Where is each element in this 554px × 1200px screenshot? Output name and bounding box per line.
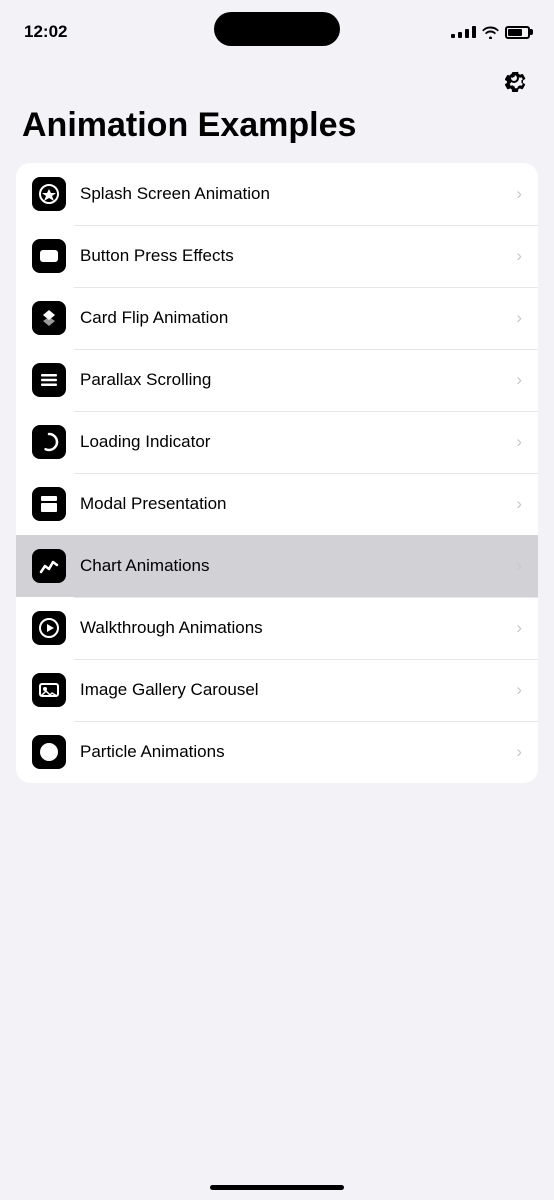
animation-list: Splash Screen Animation › Button Press E… (16, 163, 538, 783)
settings-button[interactable] (496, 60, 532, 96)
cardflip-chevron: › (516, 308, 522, 328)
list-item-gallery[interactable]: Image Gallery Carousel › (16, 659, 538, 721)
parallax-chevron: › (516, 370, 522, 390)
list-item-loading[interactable]: Loading Indicator › (16, 411, 538, 473)
chart-icon (32, 549, 66, 583)
cardflip-icon (32, 301, 66, 335)
status-icons (451, 26, 530, 39)
splash-icon (32, 177, 66, 211)
cardflip-label: Card Flip Animation (80, 308, 516, 328)
chart-label: Chart Animations (80, 556, 516, 576)
list-item-parallax[interactable]: Parallax Scrolling › (16, 349, 538, 411)
walkthrough-icon (32, 611, 66, 645)
page-title: Animation Examples (0, 98, 554, 163)
splash-label: Splash Screen Animation (80, 184, 516, 204)
loading-icon (32, 425, 66, 459)
parallax-icon (32, 363, 66, 397)
list-item-chart[interactable]: Chart Animations › (16, 535, 538, 597)
button-press-icon (32, 239, 66, 273)
wifi-icon (482, 26, 499, 39)
list-item-particle[interactable]: Particle Animations › (16, 721, 538, 783)
parallax-label: Parallax Scrolling (80, 370, 516, 390)
button-chevron: › (516, 246, 522, 266)
loading-chevron: › (516, 432, 522, 452)
button-label: Button Press Effects (80, 246, 516, 266)
modal-label: Modal Presentation (80, 494, 516, 514)
walkthrough-label: Walkthrough Animations (80, 618, 516, 638)
battery-icon (505, 26, 530, 39)
list-item-modal[interactable]: Modal Presentation › (16, 473, 538, 535)
dynamic-island (214, 12, 340, 46)
gallery-label: Image Gallery Carousel (80, 680, 516, 700)
gallery-chevron: › (516, 680, 522, 700)
signal-icon (451, 26, 476, 38)
list-item-walkthrough[interactable]: Walkthrough Animations › (16, 597, 538, 659)
particle-label: Particle Animations (80, 742, 516, 762)
modal-chevron: › (516, 494, 522, 514)
list-item-cardflip[interactable]: Card Flip Animation › (16, 287, 538, 349)
home-indicator (210, 1185, 344, 1190)
particle-chevron: › (516, 742, 522, 762)
modal-icon (32, 487, 66, 521)
chart-chevron: › (516, 556, 522, 576)
gear-icon (500, 64, 528, 92)
loading-label: Loading Indicator (80, 432, 516, 452)
walkthrough-chevron: › (516, 618, 522, 638)
splash-chevron: › (516, 184, 522, 204)
status-time: 12:02 (24, 22, 67, 42)
gallery-icon (32, 673, 66, 707)
list-item-splash[interactable]: Splash Screen Animation › (16, 163, 538, 225)
list-item-button[interactable]: Button Press Effects › (16, 225, 538, 287)
particle-icon (32, 735, 66, 769)
